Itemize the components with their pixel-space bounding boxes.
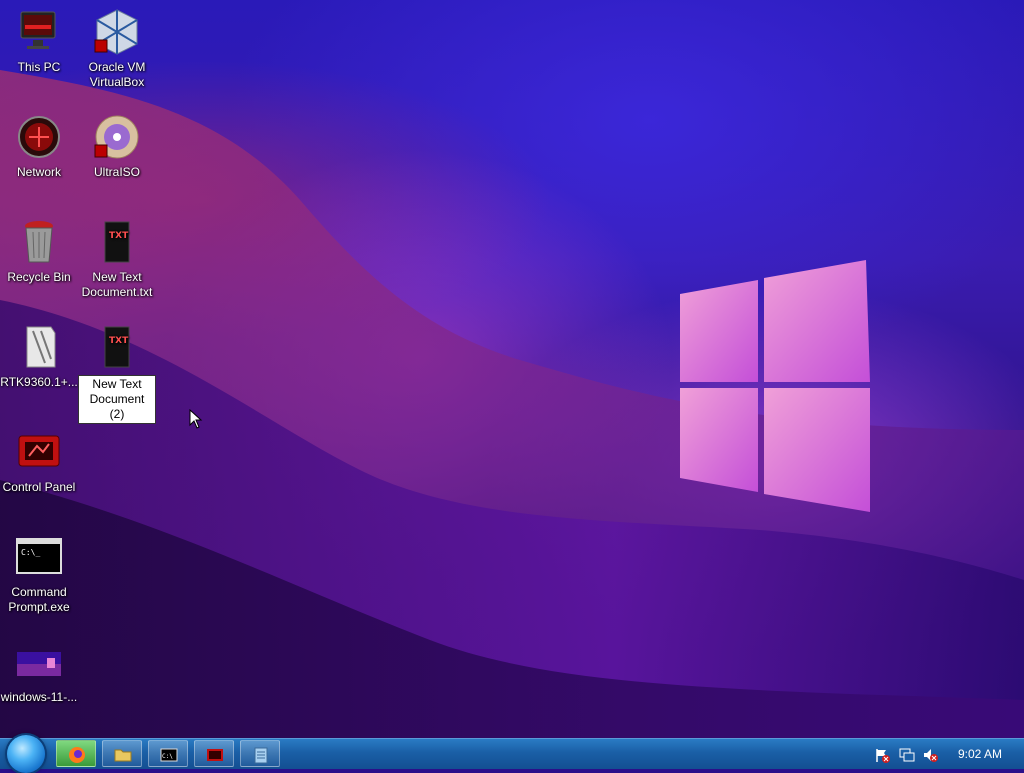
desktop-icon-this-pc[interactable]: This PC xyxy=(0,8,78,75)
network-icon xyxy=(15,113,63,161)
action-center-flag-icon[interactable] xyxy=(874,747,890,763)
control-panel-icon xyxy=(207,749,223,761)
desktop-icon-label: Network xyxy=(16,165,61,179)
desktop-icon-label: Oracle VM VirtualBox xyxy=(88,60,146,89)
desktop-icon-label: Control Panel xyxy=(2,480,76,494)
clock[interactable]: 9:02 AM xyxy=(958,747,1002,761)
cmd-icon: C:\ xyxy=(160,748,178,762)
taskbar-firefox-button[interactable] xyxy=(56,740,96,767)
windows-logo xyxy=(680,260,870,512)
desktop-icon-recycle-bin[interactable]: Recycle Bin xyxy=(0,218,78,285)
computer-icon xyxy=(15,8,63,56)
svg-text:C:\_: C:\_ xyxy=(21,548,40,557)
desktop[interactable]: This PC Oracle VM VirtualBox Network Ult… xyxy=(0,0,1024,738)
control-panel-icon xyxy=(15,428,63,476)
virtualbox-icon xyxy=(93,8,141,56)
desktop-icon-label: Recycle Bin xyxy=(7,270,71,284)
desktop-icon-new-text-document[interactable]: TXT New Text Document.txt xyxy=(78,218,156,300)
desktop-icon-new-text-document-2[interactable]: TXT New Text Document (2) xyxy=(78,323,156,424)
firefox-icon xyxy=(69,747,85,763)
desktop-icon-label: New Text Document.txt xyxy=(81,270,153,299)
mouse-cursor xyxy=(189,409,203,429)
cmd-icon: C:\_ xyxy=(15,533,63,581)
svg-text:C:\: C:\ xyxy=(162,753,173,760)
rename-textbox[interactable]: New Text Document (2) xyxy=(78,375,156,424)
desktop-icon-label: windows-11-... xyxy=(0,690,78,704)
desktop-icon-network[interactable]: Network xyxy=(0,113,78,180)
desktop-icon-virtualbox[interactable]: Oracle VM VirtualBox xyxy=(78,8,156,90)
text-file-icon: TXT xyxy=(93,323,141,371)
desktop-icon-label: This PC xyxy=(17,60,61,74)
desktop-icon-rtk[interactable]: RTK9360.1+... xyxy=(0,323,78,390)
recycle-bin-icon xyxy=(15,218,63,266)
ultraiso-icon xyxy=(93,113,141,161)
desktop-icon-control-panel[interactable]: Control Panel xyxy=(0,428,78,495)
image-file-icon xyxy=(15,638,63,686)
taskbar-notepad-button[interactable] xyxy=(240,740,280,767)
network-status-icon[interactable] xyxy=(899,747,915,763)
taskbar: C:\ 9:02 AM xyxy=(0,735,1024,773)
taskbar-file-explorer-button[interactable] xyxy=(102,740,142,767)
text-file-icon: TXT xyxy=(93,218,141,266)
taskbar-cmd-button[interactable]: C:\ xyxy=(148,740,188,767)
archive-icon xyxy=(15,323,63,371)
volume-muted-icon[interactable] xyxy=(922,747,938,763)
desktop-icon-label: UltraISO xyxy=(93,165,140,179)
svg-text:TXT: TXT xyxy=(109,336,129,346)
svg-text:TXT: TXT xyxy=(109,231,129,241)
desktop-icon-label: RTK9360.1+... xyxy=(0,375,78,389)
desktop-icon-label: Command Prompt.exe xyxy=(8,585,70,614)
folder-icon xyxy=(114,749,132,762)
desktop-icon-command-prompt[interactable]: C:\_ Command Prompt.exe xyxy=(0,533,78,615)
taskbar-control-panel-button[interactable] xyxy=(194,740,234,767)
desktop-icon-windows-11-image[interactable]: windows-11-... xyxy=(0,638,78,705)
notepad-icon xyxy=(254,747,268,764)
start-button[interactable] xyxy=(7,735,45,773)
desktop-icon-ultraiso[interactable]: UltraISO xyxy=(78,113,156,180)
